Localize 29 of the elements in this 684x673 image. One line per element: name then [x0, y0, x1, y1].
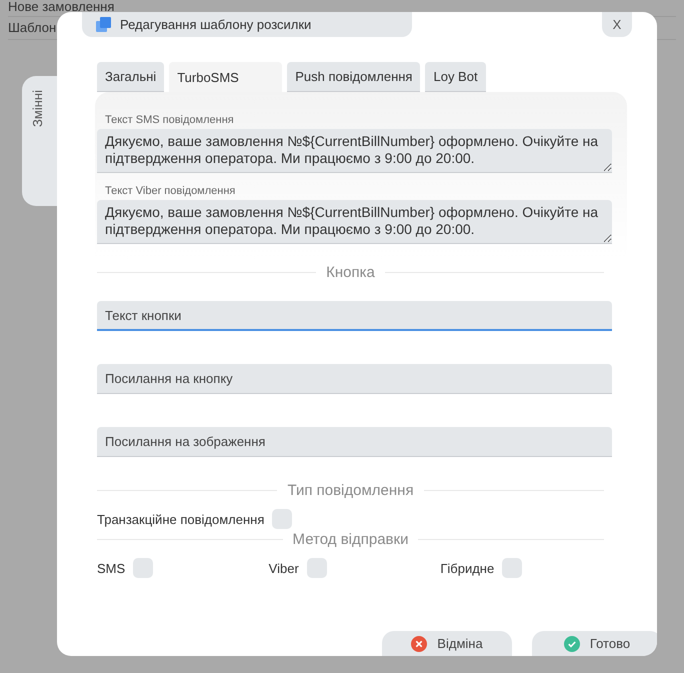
field-label: Текст SMS повідомлення: [105, 114, 235, 126]
section-heading: Тип повідомлення: [287, 482, 414, 499]
checkbox-label: Гібридне: [440, 560, 494, 576]
checkbox-label: Транзакційне повідомлення: [97, 512, 264, 526]
tab[interactable]: Загальні: [97, 62, 164, 92]
checkbox[interactable]: [133, 558, 154, 578]
message-textarea[interactable]: Дякуємо, ваше замовлення №${CurrentBillNumber} оформлено. Очікуйте на підтвердження оператора. Ми працюємо з 9:00 до 20:00.: [97, 200, 612, 244]
close-button[interactable]: X: [602, 12, 632, 37]
tab[interactable]: Loy Bot: [425, 62, 486, 92]
checkbox[interactable]: [306, 558, 327, 578]
dialog-title: Редагування шаблону розсилки: [120, 17, 312, 32]
input-field[interactable]: Посилання на кнопку: [97, 364, 612, 394]
close-icon: [411, 636, 428, 652]
tab[interactable]: TurboSMS: [169, 62, 282, 92]
tab[interactable]: Push повідомлення: [287, 62, 420, 92]
done-button[interactable]: Готово: [532, 631, 657, 656]
message-textarea[interactable]: Дякуємо, ваше замовлення №${CurrentBillNumber} оформлено. Очікуйте на підтвердження оператора. Ми працюємо з 9:00 до 20:00.: [97, 129, 612, 173]
checkbox[interactable]: [272, 509, 292, 529]
copy-icon: [96, 16, 112, 32]
cancel-button[interactable]: Відміна: [382, 631, 512, 656]
checkbox[interactable]: [502, 558, 522, 578]
section-heading: Метод відправки: [292, 531, 408, 548]
input-field[interactable]: Текст кнопки: [97, 301, 612, 331]
field-label: Текст Viber повідомлення: [105, 185, 236, 197]
checkbox-label: Viber: [268, 560, 299, 576]
checkbox-label: SMS: [97, 560, 126, 576]
section-heading: Кнопка: [326, 264, 375, 281]
check-icon: [564, 636, 580, 652]
input-field[interactable]: Посилання на зображення: [97, 427, 612, 457]
